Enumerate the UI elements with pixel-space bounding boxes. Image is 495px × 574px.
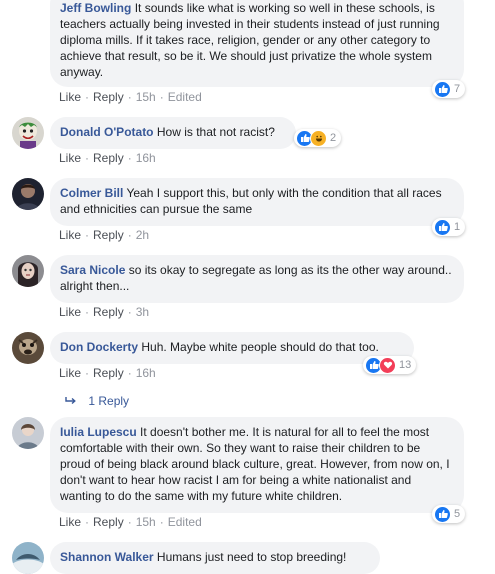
comment-author[interactable]: Iulia Lupescu [60, 425, 137, 439]
comment-author[interactable]: Jeff Bowling [60, 1, 131, 15]
separator: · [85, 151, 90, 165]
like-link[interactable]: Like [59, 515, 81, 529]
reaction-count: 1 [454, 221, 461, 233]
comment-author[interactable]: Don Dockerty [60, 340, 138, 354]
comment-text: Humans just need to stop breeding! [156, 550, 347, 564]
separator: · [127, 90, 132, 104]
like-link[interactable]: Like [59, 151, 81, 165]
replies-count: 1 Reply [88, 394, 130, 408]
separator: · [85, 90, 90, 104]
like-link[interactable]: Like [59, 90, 81, 104]
separator: · [127, 151, 132, 165]
reaction-count: 7 [454, 83, 461, 95]
view-replies-link[interactable]: 1 Reply [65, 394, 129, 409]
separator: · [127, 305, 132, 319]
comment-actions: Like · Reply · 15h · Edited [59, 90, 202, 104]
separator: · [159, 515, 164, 529]
reaction-summary[interactable]: 2 [294, 129, 342, 147]
haha-reaction-icon [310, 129, 327, 147]
comment-bubble: Jeff Bowling It sounds like what is work… [50, 0, 464, 87]
separator: · [127, 228, 132, 242]
comment-text: How is that not racist? [156, 125, 275, 139]
comment-actions: Like · Reply · 2h [59, 228, 149, 242]
edited-label: Edited [167, 90, 202, 104]
reaction-summary[interactable]: 1 [432, 218, 466, 236]
comment-actions: Like · Reply · 16h [59, 366, 156, 380]
separator: · [85, 515, 90, 529]
comment-bubble: Don Dockerty Huh. Maybe white people sho… [50, 332, 414, 364]
like-reaction-icon [434, 505, 451, 523]
like-link[interactable]: Like [59, 366, 81, 380]
reply-link[interactable]: Reply [93, 366, 124, 380]
comment-bubble: Sara Nicole so its okay to segregate as … [50, 255, 464, 303]
like-reaction-icon [434, 218, 451, 236]
separator: · [127, 515, 132, 529]
avatar[interactable] [12, 178, 44, 210]
timestamp[interactable]: 16h [136, 151, 156, 165]
reply-link[interactable]: Reply [93, 305, 124, 319]
reaction-count: 2 [330, 132, 337, 144]
separator: · [85, 228, 90, 242]
reaction-count: 5 [454, 508, 461, 520]
comment-actions: Like · Reply · 16h [59, 151, 156, 165]
avatar[interactable] [12, 117, 44, 149]
love-reaction-icon [379, 356, 396, 374]
comment-author[interactable]: Donald O'Potato [60, 125, 154, 139]
comment-author[interactable]: Colmer Bill [60, 186, 123, 200]
separator: · [85, 366, 90, 380]
comment-actions: Like · Reply · 3h [59, 305, 149, 319]
avatar[interactable] [12, 417, 44, 449]
separator: · [85, 305, 90, 319]
reaction-summary[interactable]: 13 [363, 356, 417, 374]
timestamp[interactable]: 15h [136, 90, 156, 104]
comment-bubble: Colmer Bill Yeah I support this, but onl… [50, 178, 464, 226]
timestamp[interactable]: 15h [136, 515, 156, 529]
timestamp[interactable]: 3h [136, 305, 149, 319]
separator: · [127, 366, 132, 380]
comment-bubble: Shannon Walker Humans just need to stop … [50, 542, 380, 574]
like-link[interactable]: Like [59, 305, 81, 319]
reaction-count: 13 [399, 359, 412, 371]
comment-bubble: Iulia Lupescu It doesn't bother me. It i… [50, 417, 464, 513]
like-link[interactable]: Like [59, 228, 81, 242]
avatar[interactable] [12, 542, 44, 574]
edited-label: Edited [167, 515, 202, 529]
reply-link[interactable]: Reply [93, 515, 124, 529]
comment-author[interactable]: Sara Nicole [60, 263, 125, 277]
avatar[interactable] [12, 255, 44, 287]
separator: · [159, 90, 164, 104]
reply-link[interactable]: Reply [93, 90, 124, 104]
avatar[interactable] [12, 332, 44, 364]
reply-arrow-icon [65, 395, 79, 409]
comment-author[interactable]: Shannon Walker [60, 550, 154, 564]
timestamp[interactable]: 2h [136, 228, 149, 242]
comment-bubble: Donald O'Potato How is that not racist? [50, 117, 296, 149]
comment-text: Huh. Maybe white people should do that t… [141, 340, 379, 354]
reaction-summary[interactable]: 7 [432, 80, 466, 98]
reply-link[interactable]: Reply [93, 228, 124, 242]
timestamp[interactable]: 16h [136, 366, 156, 380]
reaction-summary[interactable]: 5 [432, 505, 466, 523]
comment-actions: Like · Reply · 15h · Edited [59, 515, 202, 529]
reply-link[interactable]: Reply [93, 151, 124, 165]
like-reaction-icon [434, 80, 451, 98]
